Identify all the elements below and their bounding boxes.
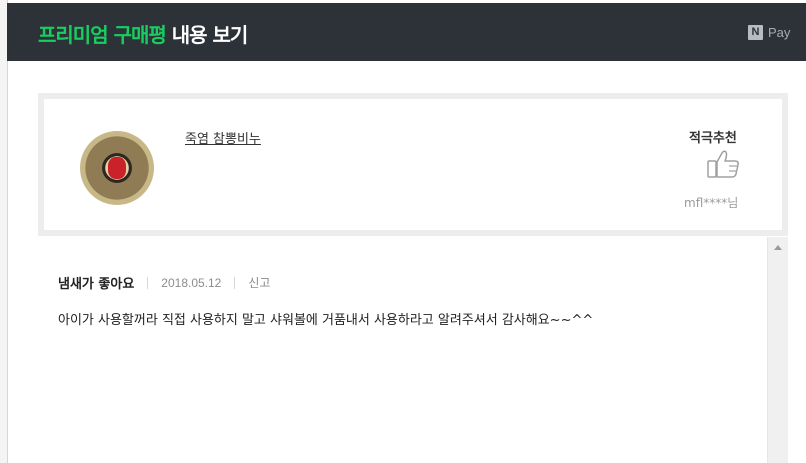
reviewer-id: mfl****님 <box>684 196 739 210</box>
product-name-link[interactable]: 죽염 참뽕비누 <box>185 128 261 147</box>
scroll-up-arrow-icon[interactable] <box>774 245 782 250</box>
divider <box>234 276 236 289</box>
header-bar: 프리미엄 구매평 내용 보기 N Pay <box>7 3 806 61</box>
window-edge <box>0 0 8 463</box>
thumbs-up-icon <box>707 150 739 178</box>
page-title: 프리미엄 구매평 내용 보기 <box>38 19 249 48</box>
title-rest: 내용 보기 <box>165 23 249 47</box>
review-meta: 냄새가 좋아요 2018.05.12 신고 <box>58 273 270 293</box>
product-card: 죽염 참뽕비누 적극추천 mfl****님 <box>38 93 788 236</box>
review-body: 아이가 사용할꺼라 직접 사용하지 말고 샤워볼에 거품내서 사용하라고 알려주… <box>58 313 594 328</box>
product-thumbnail[interactable] <box>80 131 154 205</box>
review-title: 냄새가 좋아요 <box>58 277 135 292</box>
vertical-scrollbar[interactable] <box>767 237 788 463</box>
product-card-inner: 죽염 참뽕비누 적극추천 mfl****님 <box>44 99 782 230</box>
naver-pay-logo[interactable]: N Pay <box>748 25 790 40</box>
title-highlight: 프리미엄 구매평 <box>38 23 167 47</box>
pay-label: Pay <box>768 25 791 40</box>
report-link[interactable]: 신고 <box>248 274 270 291</box>
review-panel: 냄새가 좋아요 2018.05.12 신고 아이가 사용할꺼라 직접 사용하지 … <box>38 237 767 463</box>
divider <box>147 276 149 289</box>
naver-n-icon: N <box>748 25 763 40</box>
recommendation-label: 적극추천 <box>689 131 737 146</box>
review-date: 2018.05.12 <box>161 275 222 290</box>
